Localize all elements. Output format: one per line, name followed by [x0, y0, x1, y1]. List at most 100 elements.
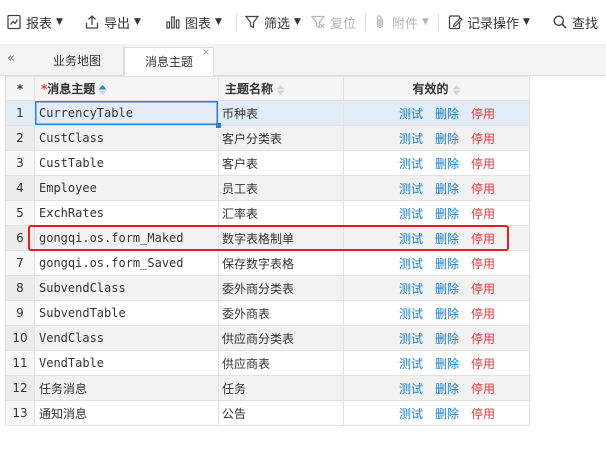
disable-link[interactable]: 停用 [471, 255, 495, 272]
table-row[interactable]: 11 VendTable 供应商表 测试 删除 停用 [5, 350, 530, 376]
topic-cell[interactable]: Employee [34, 175, 219, 201]
delete-link[interactable]: 删除 [435, 130, 459, 147]
disable-link[interactable]: 停用 [471, 355, 495, 372]
topic-cell[interactable]: SubvendClass [34, 275, 219, 301]
fill-handle[interactable] [216, 123, 221, 128]
disable-link[interactable]: 停用 [471, 155, 495, 172]
name-cell[interactable]: 数字表格制单 [218, 225, 344, 251]
table-row[interactable]: 10 VendClass 供应商分类表 测试 删除 停用 [5, 325, 530, 351]
disable-link[interactable]: 停用 [471, 130, 495, 147]
disable-link[interactable]: 停用 [471, 105, 495, 122]
disable-link[interactable]: 停用 [471, 205, 495, 222]
topic-cell[interactable]: VendClass [34, 325, 219, 351]
column-header-valid[interactable]: 有效的 [343, 76, 530, 101]
table-row[interactable]: 5 ExchRates 汇率表 测试 删除 停用 [5, 200, 530, 226]
name-cell[interactable]: 客户表 [218, 150, 344, 176]
topic-cell[interactable]: ExchRates [34, 200, 219, 226]
record-operation-menu-button[interactable]: 记录操作 ▼ [447, 10, 530, 34]
chart-menu-button[interactable]: 图表 ▼ [165, 10, 222, 34]
tab-message-topic[interactable]: 消息主题 × [124, 47, 214, 77]
topic-cell[interactable]: CustClass [34, 125, 219, 151]
delete-link[interactable]: 删除 [435, 405, 459, 422]
name-cell[interactable]: 公告 [218, 400, 344, 426]
delete-link[interactable]: 删除 [435, 305, 459, 322]
collapse-icon[interactable]: « [7, 51, 15, 66]
test-link[interactable]: 测试 [399, 155, 423, 172]
topic-cell[interactable]: SubvendTable [34, 300, 219, 326]
disable-link[interactable]: 停用 [471, 230, 495, 247]
search-button[interactable]: 查找 [552, 10, 598, 34]
delete-link[interactable]: 删除 [435, 255, 459, 272]
reset-filter-button[interactable]: 复位 [310, 10, 356, 34]
topic-cell[interactable]: VendTable [34, 350, 219, 376]
name-cell[interactable]: 供应商分类表 [218, 325, 344, 351]
table-row[interactable]: 2 CustClass 客户分类表 测试 删除 停用 [5, 125, 530, 151]
report-menu-button[interactable]: 报表 ▼ [6, 10, 63, 34]
name-cell[interactable]: 委外商表 [218, 300, 344, 326]
attachment-menu-button[interactable]: 附件 ▼ [372, 10, 429, 34]
topic-cell[interactable]: gongqi.os.form_Maked [34, 225, 219, 251]
test-link[interactable]: 测试 [399, 180, 423, 197]
test-link[interactable]: 测试 [399, 105, 423, 122]
name-cell[interactable]: 供应商表 [218, 350, 344, 376]
delete-link[interactable]: 删除 [435, 205, 459, 222]
test-link[interactable]: 测试 [399, 380, 423, 397]
name-cell[interactable]: 任务 [218, 375, 344, 401]
table-row[interactable]: 9 SubvendTable 委外商表 测试 删除 停用 [5, 300, 530, 326]
topic-cell[interactable]: 任务消息 [34, 375, 219, 401]
table-row[interactable]: 6 gongqi.os.form_Maked 数字表格制单 测试 删除 停用 [5, 225, 530, 251]
test-link[interactable]: 测试 [399, 230, 423, 247]
delete-link[interactable]: 删除 [435, 230, 459, 247]
table-row[interactable]: 13 通知消息 公告 测试 删除 停用 [5, 400, 530, 426]
test-link[interactable]: 测试 [399, 205, 423, 222]
disable-link[interactable]: 停用 [471, 180, 495, 197]
test-link[interactable]: 测试 [399, 305, 423, 322]
table-row[interactable]: 8 SubvendClass 委外商分类表 测试 删除 停用 [5, 275, 530, 301]
sort-asc-icon[interactable] [98, 84, 107, 96]
topic-cell[interactable]: CustTable [34, 150, 219, 176]
disable-link[interactable]: 停用 [471, 380, 495, 397]
test-link[interactable]: 测试 [399, 280, 423, 297]
name-cell[interactable]: 员工表 [218, 175, 344, 201]
disable-link[interactable]: 停用 [471, 305, 495, 322]
table-row[interactable]: 12 任务消息 任务 测试 删除 停用 [5, 375, 530, 401]
table-row[interactable]: 4 Employee 员工表 测试 删除 停用 [5, 175, 530, 201]
delete-link[interactable]: 删除 [435, 330, 459, 347]
delete-link[interactable]: 删除 [435, 355, 459, 372]
delete-link[interactable]: 删除 [435, 380, 459, 397]
name-cell[interactable]: 客户分类表 [218, 125, 344, 151]
disable-link[interactable]: 停用 [471, 280, 495, 297]
reset-filter-icon [310, 15, 326, 29]
name-cell[interactable]: 币种表 [218, 100, 344, 126]
sort-icon[interactable] [276, 84, 285, 96]
topic-cell[interactable]: CurrencyTable [34, 100, 221, 128]
topic-cell[interactable]: gongqi.os.form_Saved [34, 250, 219, 276]
column-header-name[interactable]: 主题名称 [218, 76, 344, 101]
row-index: 12 [5, 375, 35, 401]
table-row[interactable]: 3 CustTable 客户表 测试 删除 停用 [5, 150, 530, 176]
sort-icon[interactable] [452, 84, 461, 96]
record-operation-icon [448, 15, 463, 30]
tab-business-map[interactable]: 业务地图 [31, 47, 124, 75]
disable-link[interactable]: 停用 [471, 330, 495, 347]
test-link[interactable]: 测试 [399, 130, 423, 147]
name-cell[interactable]: 汇率表 [218, 200, 344, 226]
topic-cell[interactable]: 通知消息 [34, 400, 219, 426]
disable-link[interactable]: 停用 [471, 405, 495, 422]
filter-menu-button[interactable]: 筛选 ▼ [244, 10, 301, 34]
name-cell[interactable]: 委外商分类表 [218, 275, 344, 301]
export-menu-button[interactable]: 导出 ▼ [84, 10, 141, 34]
test-link[interactable]: 测试 [399, 355, 423, 372]
table-row[interactable]: 1 CurrencyTable 币种表 测试 删除 停用 [5, 100, 530, 128]
delete-link[interactable]: 删除 [435, 280, 459, 297]
column-header-topic[interactable]: *消息主题 [34, 76, 219, 101]
table-row[interactable]: 7 gongqi.os.form_Saved 保存数字表格 测试 删除 停用 [5, 250, 530, 276]
delete-link[interactable]: 删除 [435, 155, 459, 172]
delete-link[interactable]: 删除 [435, 180, 459, 197]
test-link[interactable]: 测试 [399, 405, 423, 422]
delete-link[interactable]: 删除 [435, 105, 459, 122]
test-link[interactable]: 测试 [399, 330, 423, 347]
close-icon[interactable]: × [202, 39, 210, 67]
test-link[interactable]: 测试 [399, 255, 423, 272]
name-cell[interactable]: 保存数字表格 [218, 250, 344, 276]
